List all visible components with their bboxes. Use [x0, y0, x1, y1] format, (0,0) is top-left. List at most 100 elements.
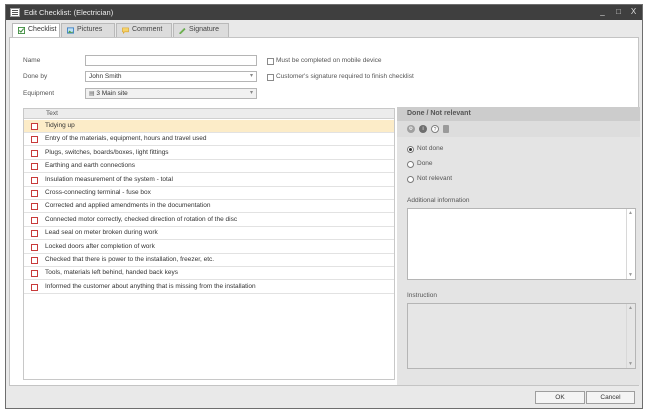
table-row[interactable]: Connected motor correctly, checked direc…: [24, 214, 394, 227]
status-checkbox-icon[interactable]: [31, 270, 38, 278]
delete-icon[interactable]: [443, 125, 449, 133]
radio-not-done[interactable]: [407, 146, 414, 153]
name-field[interactable]: [85, 55, 257, 66]
equipment-label: Equipment: [23, 90, 55, 97]
row-text: Earthing and earth connections: [45, 162, 135, 170]
additional-information-label: Additional information: [407, 197, 470, 204]
scroll-down-icon[interactable]: ▼: [628, 272, 633, 278]
status-checkbox-icon[interactable]: [31, 176, 38, 184]
done-by-value: John Smith: [89, 73, 122, 80]
check-icon: [18, 27, 25, 34]
app-icon: [10, 8, 20, 17]
radio-done[interactable]: [407, 161, 414, 168]
status-checkbox-icon[interactable]: [31, 123, 38, 130]
table-row[interactable]: Cross-connecting terminal - fuse box: [24, 187, 394, 200]
status-checkbox-icon[interactable]: [31, 216, 38, 224]
row-text: Plugs, switches, boards/boxes, light fit…: [45, 148, 169, 156]
radio-not-relevant[interactable]: [407, 176, 414, 183]
status-checkbox-icon[interactable]: [31, 203, 38, 211]
status-panel-header: Done / Not relevant: [397, 107, 640, 121]
chevron-down-icon: ▾: [249, 90, 253, 96]
row-text: Insulation measurement of the system - t…: [45, 175, 173, 183]
row-text: Checked that there is power to the insta…: [45, 256, 215, 263]
row-text: Connected motor correctly, checked direc…: [45, 215, 238, 223]
column-header-text: Text: [46, 110, 58, 117]
checklist-tab-content: Name Done by John Smith ▾ Equipment ▤ 3 …: [9, 37, 640, 386]
info-icon[interactable]: i: [419, 125, 427, 133]
instruction-textarea[interactable]: ▲ ▼: [407, 303, 636, 369]
equipment-value: 3 Main site: [96, 90, 128, 97]
tab-comment-label: Comment: [132, 26, 163, 33]
signature-icon: [179, 27, 186, 34]
dialog-footer: OK Cancel: [6, 388, 642, 408]
row-text: Tidying up: [45, 122, 75, 129]
status-checkbox-icon[interactable]: [31, 257, 38, 264]
row-text: Lead seal on meter broken during work: [45, 229, 158, 237]
status-toolbar: ⚙ i ?: [397, 121, 640, 137]
status-checkbox-icon[interactable]: [31, 243, 38, 251]
table-header: Text: [24, 109, 394, 119]
instruction-label: Instruction: [407, 292, 437, 299]
row-text: Cross-connecting terminal - fuse box: [45, 189, 151, 196]
chevron-down-icon: ▾: [249, 73, 253, 79]
table-row[interactable]: Plugs, switches, boards/boxes, light fit…: [24, 147, 394, 160]
settings-icon[interactable]: ⚙: [407, 125, 415, 133]
status-checkbox-icon[interactable]: [31, 190, 38, 197]
additional-information-textarea[interactable]: ▲ ▼: [407, 208, 636, 280]
scrollbar[interactable]: ▲ ▼: [626, 304, 635, 368]
tab-comment[interactable]: Comment: [116, 23, 172, 37]
done-by-label: Done by: [23, 73, 48, 80]
row-text: Tools, materials left behind, handed bac…: [45, 269, 178, 277]
mobile-device-label: Must be completed on mobile device: [276, 57, 382, 64]
row-text: Entry of the materials, equipment, hours…: [45, 135, 207, 143]
cancel-button[interactable]: Cancel: [586, 391, 635, 404]
mobile-device-checkbox[interactable]: [267, 58, 274, 65]
checklist-table: Text Tidying up Entry of the materials, e…: [23, 108, 395, 380]
table-row[interactable]: Insulation measurement of the system - t…: [24, 174, 394, 187]
scroll-up-icon[interactable]: ▲: [628, 305, 633, 311]
status-option-label: Not relevant: [417, 175, 453, 182]
close-button[interactable]: X: [627, 6, 640, 18]
name-label: Name: [23, 57, 41, 64]
maximize-button[interactable]: □: [612, 6, 625, 18]
table-row[interactable]: Earthing and earth connections: [24, 160, 394, 174]
status-panel-title: Done / Not relevant: [407, 110, 471, 117]
table-row[interactable]: Entry of the materials, equipment, hours…: [24, 133, 394, 147]
scroll-down-icon[interactable]: ▼: [628, 361, 633, 367]
status-checkbox-icon[interactable]: [31, 230, 38, 238]
edit-checklist-window: Edit Checklist: (Electrician) _ □ X Chec…: [5, 4, 643, 409]
status-checkbox-icon[interactable]: [31, 136, 38, 144]
help-icon[interactable]: ?: [431, 125, 439, 133]
tab-pictures-label: Pictures: [77, 26, 103, 33]
table-row[interactable]: Corrected and applied amendments in the …: [24, 200, 394, 214]
row-text: Locked doors after completion of work: [45, 242, 155, 250]
status-checkbox-icon[interactable]: [31, 163, 38, 171]
status-option-label: Not done: [417, 145, 444, 152]
tab-checklist[interactable]: Checklist: [12, 23, 60, 38]
tab-signature[interactable]: Signature: [173, 23, 229, 37]
minimize-button[interactable]: _: [596, 6, 609, 18]
scroll-up-icon[interactable]: ▲: [628, 210, 633, 216]
table-row[interactable]: Checked that there is power to the insta…: [24, 254, 394, 267]
ok-button[interactable]: OK: [535, 391, 585, 404]
signature-required-label: Customer's signature required to finish …: [276, 73, 414, 80]
comment-icon: [122, 27, 129, 34]
table-row[interactable]: Lead seal on meter broken during work: [24, 227, 394, 241]
done-by-select[interactable]: John Smith ▾: [85, 71, 257, 82]
signature-required-checkbox[interactable]: [267, 74, 274, 81]
status-checkbox-icon[interactable]: [31, 149, 38, 157]
row-text: Corrected and applied amendments in the …: [45, 202, 211, 210]
window-title: Edit Checklist: (Electrician): [24, 8, 114, 17]
table-row[interactable]: Informed the customer about anything tha…: [24, 281, 394, 294]
picture-icon: [67, 27, 74, 34]
table-row[interactable]: Tools, materials left behind, handed bac…: [24, 267, 394, 281]
row-text: Informed the customer about anything tha…: [45, 282, 256, 290]
equipment-select[interactable]: ▤ 3 Main site ▾: [85, 88, 257, 99]
scrollbar[interactable]: ▲ ▼: [626, 209, 635, 279]
table-row[interactable]: Locked doors after completion of work: [24, 241, 394, 254]
tab-signature-label: Signature: [189, 26, 219, 33]
table-row[interactable]: Tidying up: [24, 120, 394, 133]
tab-pictures[interactable]: Pictures: [61, 23, 115, 37]
status-checkbox-icon[interactable]: [31, 283, 38, 291]
status-panel: Done / Not relevant ⚙ i ? Not done Done …: [397, 107, 640, 385]
